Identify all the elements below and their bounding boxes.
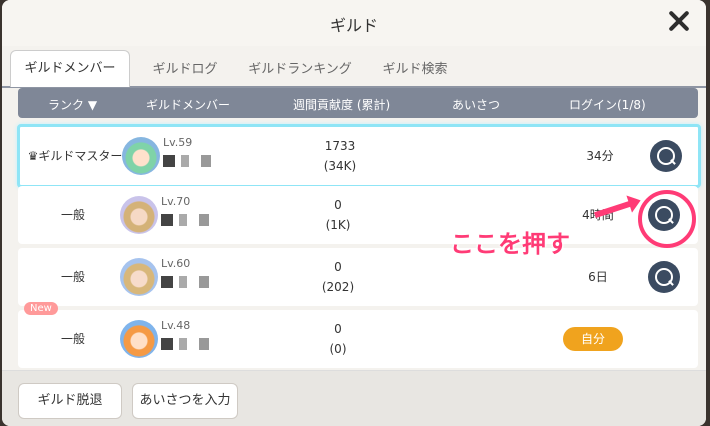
total-contribution: (1K) bbox=[325, 218, 351, 232]
member-contribution: 0 (0) bbox=[283, 319, 393, 359]
member-name-redacted bbox=[161, 214, 215, 226]
member-level: Lv.70 bbox=[161, 195, 191, 208]
member-row[interactable]: 一般 Lv.60 0 (202) 6日 bbox=[18, 248, 698, 306]
member-level: Lv.60 bbox=[161, 257, 191, 270]
highlight-circle bbox=[638, 190, 696, 248]
self-badge: 自分 bbox=[563, 327, 623, 351]
member-name-redacted bbox=[161, 338, 215, 350]
member-level: Lv.59 bbox=[163, 136, 193, 149]
member-row[interactable]: New 一般 Lv.48 0 (0) 自分 bbox=[18, 302, 698, 368]
member-last-login: 6日 bbox=[588, 270, 608, 284]
tab-bar: ギルドメンバー ギルドログ ギルドランキング ギルド検索 bbox=[2, 46, 706, 88]
table-header: ランク ▼ ギルドメンバー 週間貢献度 (累計) あいさつ ログイン(1/8) bbox=[18, 88, 698, 118]
annotation-text: ここを押す bbox=[450, 230, 570, 258]
header-member: ギルドメンバー bbox=[146, 98, 231, 112]
tab-guild-ranking[interactable]: ギルドランキング bbox=[238, 54, 362, 86]
guild-dialog: ギルド ギルドメンバー ギルドログ ギルドランキング ギルド検索 ランク ▼ ギ… bbox=[2, 0, 706, 426]
weekly-contribution: 0 bbox=[334, 260, 342, 274]
tab-guild-members[interactable]: ギルドメンバー bbox=[10, 50, 130, 87]
tab-guild-log[interactable]: ギルドログ bbox=[142, 54, 228, 86]
avatar bbox=[120, 196, 158, 234]
header-login: ログイン(1/8) bbox=[569, 98, 646, 112]
total-contribution: (0) bbox=[329, 342, 347, 356]
header-contribution: 週間貢献度 (累計) bbox=[293, 98, 391, 112]
member-last-login: 34分 bbox=[586, 149, 614, 163]
member-rank: 一般 bbox=[60, 270, 85, 284]
weekly-contribution: 0 bbox=[334, 198, 342, 212]
total-contribution: (202) bbox=[321, 280, 355, 294]
enter-greeting-button[interactable]: あいさつを入力 bbox=[132, 383, 238, 419]
member-contribution: 0 (202) bbox=[283, 257, 393, 297]
member-contribution: 1733 (34K) bbox=[285, 136, 395, 176]
avatar bbox=[120, 320, 158, 358]
member-row[interactable]: ♛ギルドマスター Lv.59 1733 (34K) 34分 bbox=[17, 124, 701, 188]
member-rank: ♛ギルドマスター bbox=[27, 149, 123, 163]
avatar bbox=[120, 258, 158, 296]
dialog-title: ギルド bbox=[329, 16, 378, 35]
close-icon[interactable] bbox=[666, 8, 692, 34]
dialog-titlebar: ギルド bbox=[2, 0, 706, 46]
member-rank: 一般 bbox=[60, 208, 85, 222]
member-contribution: 0 (1K) bbox=[283, 195, 393, 235]
member-details-icon[interactable] bbox=[648, 261, 680, 293]
header-greeting: あいさつ bbox=[452, 98, 501, 112]
member-name-redacted bbox=[161, 276, 215, 288]
member-name-redacted bbox=[163, 155, 217, 167]
weekly-contribution: 0 bbox=[334, 322, 342, 336]
member-rank: 一般 bbox=[60, 332, 85, 346]
member-level: Lv.48 bbox=[161, 319, 191, 332]
avatar bbox=[122, 137, 160, 175]
member-details-icon[interactable] bbox=[650, 140, 682, 172]
footer-bar: ギルド脱退 あいさつを入力 bbox=[2, 370, 706, 426]
total-contribution: (34K) bbox=[323, 159, 357, 173]
leave-guild-button[interactable]: ギルド脱退 bbox=[18, 383, 122, 419]
tab-guild-search[interactable]: ギルド検索 bbox=[372, 54, 458, 86]
weekly-contribution: 1733 bbox=[324, 139, 356, 153]
header-rank[interactable]: ランク ▼ bbox=[48, 96, 97, 113]
